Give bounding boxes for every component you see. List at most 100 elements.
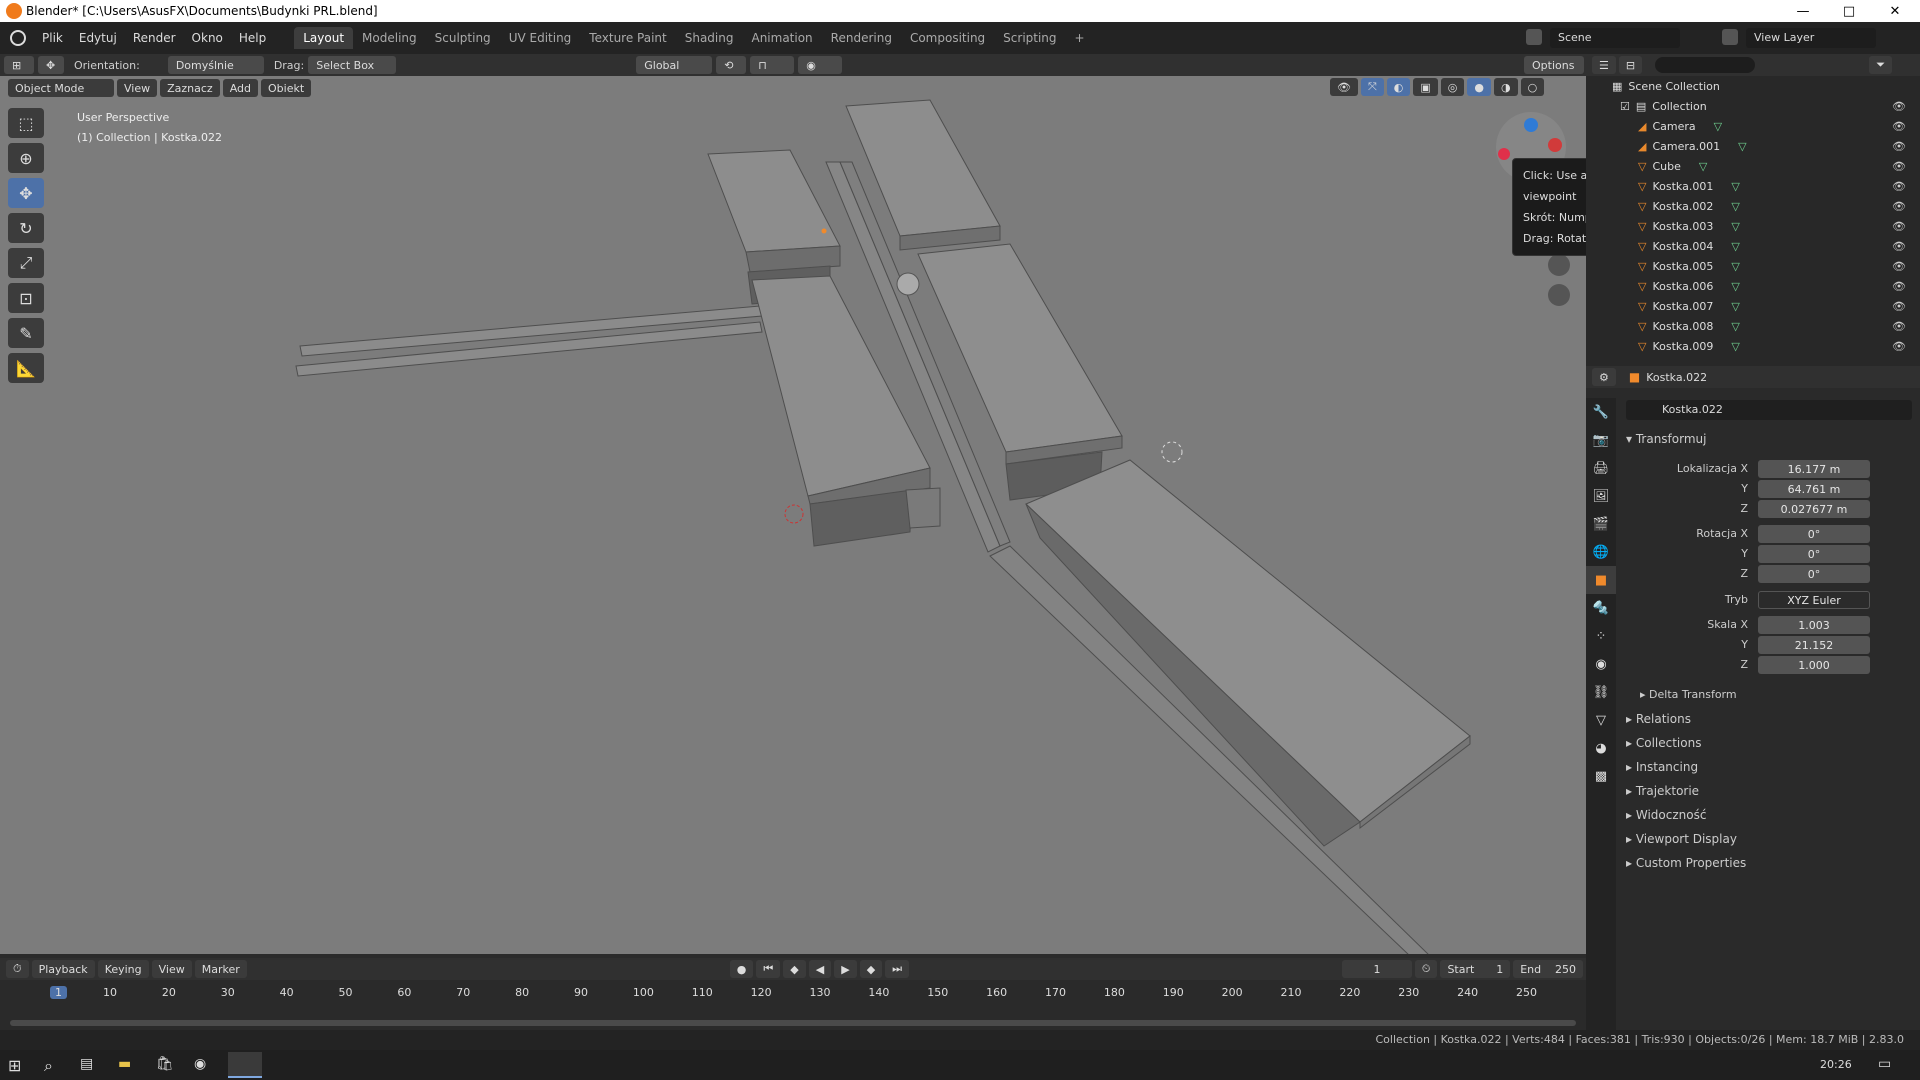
object-mode-dropdown[interactable]: Object Mode xyxy=(8,79,114,97)
scale-icon[interactable]: ⤢ xyxy=(8,248,44,278)
outliner-item[interactable]: ▽ Kostka.007 ▽ 👁 xyxy=(1586,296,1920,316)
close-button[interactable]: ✕ xyxy=(1872,0,1918,22)
add-workspace-button[interactable]: + xyxy=(1066,27,1094,49)
menu-help[interactable]: Help xyxy=(231,31,274,45)
scene-tab-icon[interactable]: 🎬 xyxy=(1586,510,1616,538)
location-x-field[interactable]: 16.177 m xyxy=(1758,460,1870,478)
mesh-data-icon[interactable]: ▽ xyxy=(1731,180,1739,193)
outliner-editor-icon[interactable]: ☰ xyxy=(1592,56,1616,74)
outliner-scene-collection[interactable]: ▦ Scene Collection xyxy=(1586,76,1920,96)
eye-icon[interactable]: 👁 xyxy=(1892,260,1906,273)
visibility-icon[interactable]: 👁 xyxy=(1330,78,1358,96)
texture-tab-icon[interactable]: ▩ xyxy=(1586,762,1616,790)
world-tab-icon[interactable]: 🌐 xyxy=(1586,538,1616,566)
jump-end-icon[interactable]: ⏭ xyxy=(885,960,910,978)
outliner-item[interactable]: ▽ Kostka.006 ▽ 👁 xyxy=(1586,276,1920,296)
record-icon[interactable]: ● xyxy=(729,960,754,978)
outliner-item[interactable]: ▽ Kostka.001 ▽ 👁 xyxy=(1586,176,1920,196)
outliner-item[interactable]: ◢ Camera.001 ▽ 👁 xyxy=(1586,136,1920,156)
play-icon[interactable]: ▶ xyxy=(834,960,857,978)
menu-render[interactable]: Render xyxy=(125,31,184,45)
tab-layout[interactable]: Layout xyxy=(294,27,354,49)
mesh-data-icon[interactable]: ▽ xyxy=(1731,260,1739,273)
transform-section-title[interactable]: ▾ Transformuj xyxy=(1626,432,1706,446)
mesh-data-icon[interactable]: ▽ xyxy=(1731,280,1739,293)
outliner-item[interactable]: ▽ Kostka.005 ▽ 👁 xyxy=(1586,256,1920,276)
eye-icon[interactable]: 👁 xyxy=(1892,200,1906,213)
properties-section[interactable]: ▸ Trajektorie xyxy=(1626,784,1699,798)
camera-view-icon[interactable] xyxy=(1548,254,1570,276)
menu-obiekt[interactable]: Obiekt xyxy=(261,79,312,97)
orientation-dropdown[interactable]: Domyślnie xyxy=(167,56,264,74)
rotation-y-field[interactable]: 0° xyxy=(1758,545,1870,563)
eye-icon[interactable]: 👁 xyxy=(1892,220,1906,233)
windows-start-icon[interactable]: ⊞ xyxy=(8,1056,21,1075)
properties-section[interactable]: ▸ Relations xyxy=(1626,712,1691,726)
3d-viewport[interactable] xyxy=(0,76,1586,954)
mesh-data-icon[interactable]: ▽ xyxy=(1714,120,1722,133)
outliner-item[interactable]: ◢ Camera ▽ 👁 xyxy=(1586,116,1920,136)
overlays-icon[interactable]: ◐ xyxy=(1386,78,1411,96)
menu-plik[interactable]: Plik xyxy=(34,31,71,45)
tab-modeling[interactable]: Modeling xyxy=(353,27,426,49)
physics-tab-icon[interactable]: ◉ xyxy=(1586,650,1616,678)
tab-compositing[interactable]: Compositing xyxy=(901,27,994,49)
transform-icon[interactable]: ⊡ xyxy=(8,283,44,313)
select-box-icon[interactable]: ⬚ xyxy=(8,108,44,138)
eye-icon[interactable]: 👁 xyxy=(1892,300,1906,313)
mesh-data-icon[interactable]: ▽ xyxy=(1738,140,1746,153)
mesh-data-icon[interactable]: ▽ xyxy=(1731,220,1739,233)
notifications-icon[interactable]: ▭ xyxy=(1878,1056,1891,1072)
eye-icon[interactable]: 👁 xyxy=(1892,180,1906,193)
editor-type-icon[interactable]: ⊞ xyxy=(4,56,34,74)
menu-edytuj[interactable]: Edytuj xyxy=(71,31,125,45)
mesh-data-icon[interactable]: ▽ xyxy=(1731,340,1739,353)
scene-selector[interactable]: Scene xyxy=(1550,28,1680,48)
eye-icon[interactable]: 👁 xyxy=(1892,320,1906,333)
mesh-data-icon[interactable]: ▽ xyxy=(1731,200,1739,213)
scale-z-field[interactable]: 1.000 xyxy=(1758,656,1870,674)
mesh-data-icon[interactable]: ▽ xyxy=(1731,320,1739,333)
material-shading-icon[interactable]: ◑ xyxy=(1494,78,1518,96)
tab-rendering[interactable]: Rendering xyxy=(822,27,901,49)
pivot-icon[interactable]: ⟲ xyxy=(716,56,747,74)
menu-add[interactable]: Add xyxy=(222,79,258,97)
xray-icon[interactable]: ▣ xyxy=(1413,78,1438,96)
maximize-button[interactable]: □ xyxy=(1826,0,1872,22)
eye-icon[interactable]: 👁 xyxy=(1892,280,1906,293)
x-axis-icon[interactable] xyxy=(1548,138,1562,152)
search-icon[interactable]: ⌕ xyxy=(44,1056,53,1076)
view-layer-selector[interactable]: View Layer xyxy=(1746,28,1876,48)
drag-dropdown[interactable]: Select Box xyxy=(308,56,397,74)
tab-uv-editing[interactable]: UV Editing xyxy=(500,27,581,49)
tab-shading[interactable]: Shading xyxy=(676,27,743,49)
transform-orientation-dropdown[interactable]: Global xyxy=(636,56,713,74)
start-frame-field[interactable]: Start 1 xyxy=(1440,960,1511,978)
menu-view[interactable]: View xyxy=(117,79,158,97)
particles-tab-icon[interactable]: ⁘ xyxy=(1586,622,1616,650)
view-layer-tab-icon[interactable]: 🖼 xyxy=(1586,482,1616,510)
prev-keyframe-icon[interactable]: ◆ xyxy=(783,960,806,978)
delta-transform-section[interactable]: ▸ Delta Transform xyxy=(1640,688,1737,701)
properties-section[interactable]: ▸ Collections xyxy=(1626,736,1701,750)
annotate-icon[interactable]: ✎ xyxy=(8,318,44,348)
move-icon[interactable]: ✥ xyxy=(8,178,44,208)
proportional-edit-icon[interactable]: ◉ xyxy=(798,56,843,74)
modifier-tab-icon[interactable]: 🔩 xyxy=(1586,594,1616,622)
stopwatch-icon[interactable]: ⏲ xyxy=(1414,960,1438,978)
timeline-editor-icon[interactable]: ⏱ xyxy=(6,960,29,978)
menu-keying[interactable]: Keying xyxy=(97,960,149,978)
play-reverse-icon[interactable]: ◀ xyxy=(808,960,832,978)
z-axis-icon[interactable] xyxy=(1524,118,1538,132)
collection-checkbox-icon[interactable]: ☑ xyxy=(1620,100,1630,113)
menu-playback[interactable]: Playback xyxy=(31,960,95,978)
properties-editor-icon[interactable]: ⚙ xyxy=(1592,368,1616,386)
render-tab-icon[interactable]: 📷 xyxy=(1586,426,1616,454)
outliner-item[interactable]: ▽ Kostka.008 ▽ 👁 xyxy=(1586,316,1920,336)
outliner-item[interactable]: ▽ Kostka.004 ▽ 👁 xyxy=(1586,236,1920,256)
task-view-icon[interactable]: ▤ xyxy=(80,1056,93,1072)
outliner-item[interactable]: ▽ Kostka.002 ▽ 👁 xyxy=(1586,196,1920,216)
menu-okno[interactable]: Okno xyxy=(184,31,231,45)
rendered-shading-icon[interactable]: ○ xyxy=(1520,78,1545,96)
file-explorer-icon[interactable]: ▬ xyxy=(118,1056,131,1072)
